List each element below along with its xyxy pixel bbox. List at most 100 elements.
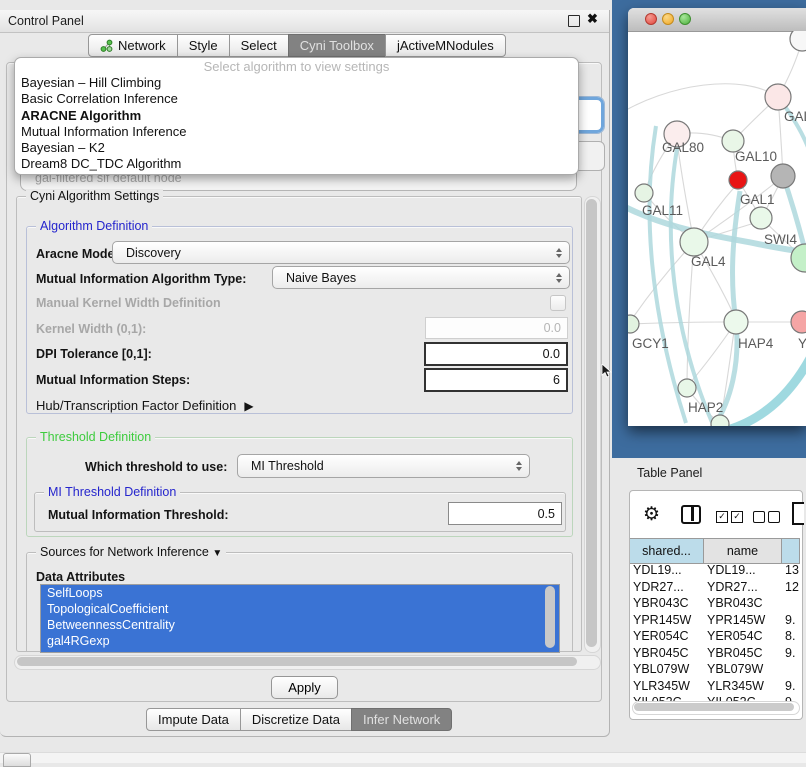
manual-kernel-checkbox[interactable]: [550, 295, 566, 311]
network-node[interactable]: [771, 164, 795, 188]
mi-type-value: Naive Bayes: [280, 271, 356, 285]
bottom-tab-discretize-data[interactable]: Discretize Data: [240, 708, 352, 731]
network-node[interactable]: [750, 207, 772, 229]
table-cell: YPR145W: [630, 613, 704, 627]
data-attribute-item[interactable]: SelfLoops: [41, 585, 559, 601]
network-edge[interactable]: [632, 242, 694, 319]
aracne-mode-label: Aracne Mode:: [36, 247, 119, 261]
table-row[interactable]: YBL079WYBL079W: [630, 661, 800, 678]
table-column-header[interactable]: name: [704, 539, 782, 563]
table-cell: YER054C: [630, 629, 704, 643]
settings-horizontal-scrollbar-thumb[interactable]: [17, 657, 577, 666]
network-node[interactable]: [711, 415, 729, 426]
data-attribute-item[interactable]: TopologicalCoefficient: [41, 601, 559, 617]
table-column-header[interactable]: [782, 539, 800, 563]
mi-type-label: Mutual Information Algorithm Type:: [36, 272, 246, 286]
tab-select[interactable]: Select: [229, 34, 289, 57]
algorithm-popup-item[interactable]: ARACNE Algorithm: [15, 108, 578, 124]
network-node[interactable]: [724, 310, 748, 334]
table-row[interactable]: YPR145WYPR145W9.: [630, 612, 800, 629]
mi-steps-field[interactable]: 6: [424, 368, 568, 392]
table-cell: 9.: [782, 679, 800, 693]
bottom-tab-infer-network[interactable]: Infer Network: [351, 708, 452, 731]
control-panel-titlebar: [0, 10, 609, 33]
table-cell: 13: [782, 563, 800, 577]
window-zoom-button[interactable]: [679, 13, 691, 25]
algorithm-popup-item[interactable]: Bayesian – Hill Climbing: [15, 75, 578, 91]
table-row[interactable]: YDL19...YDL19...13: [630, 562, 800, 579]
data-attributes-list[interactable]: SelfLoopsTopologicalCoefficientBetweenne…: [40, 584, 560, 653]
expanded-arrow-icon[interactable]: ▼: [212, 548, 222, 559]
network-node-label: GAL11: [642, 203, 683, 218]
window-close-button[interactable]: [645, 13, 657, 25]
table-cell: YLR345W: [630, 679, 704, 693]
network-edge[interactable]: [628, 84, 778, 116]
algorithm-popup-item[interactable]: Basic Correlation Inference: [15, 91, 578, 107]
algorithm-popup-item[interactable]: Mutual Information Inference: [15, 124, 578, 140]
which-threshold-label: Which threshold to use:: [85, 460, 227, 474]
bottom-tab-impute-data[interactable]: Impute Data: [146, 708, 241, 731]
table-cell: YLR345W: [704, 679, 782, 693]
which-threshold-combo[interactable]: MI Threshold: [237, 454, 530, 478]
network-node[interactable]: [635, 184, 653, 202]
threshold-definition-title: Threshold Definition: [36, 430, 155, 445]
network-node[interactable]: [791, 311, 806, 333]
network-node[interactable]: [765, 84, 791, 110]
table-row[interactable]: YLR345WYLR345W9.: [630, 678, 800, 695]
settings-vertical-scrollbar-thumb[interactable]: [586, 199, 597, 647]
algorithm-popup-item[interactable]: Bayesian – K2: [15, 140, 578, 156]
kernel-width-field[interactable]: 0.0: [425, 317, 568, 339]
mi-steps-value: 6: [553, 373, 560, 387]
document-icon[interactable]: [792, 502, 804, 525]
algorithm-popup-item[interactable]: Dream8 DC_TDC Algorithm: [15, 156, 578, 172]
table-cell: YBR045C: [704, 646, 782, 660]
network-node-label: GAL: [784, 109, 806, 124]
network-node[interactable]: [790, 31, 806, 51]
columns-icon[interactable]: [681, 505, 701, 524]
restore-icon[interactable]: [568, 15, 580, 27]
data-attribute-item[interactable]: gal4RGexp: [41, 633, 559, 649]
kernel-width-value: 0.0: [544, 321, 561, 335]
table-row[interactable]: YIL052CYIL052C9.: [630, 694, 800, 701]
table-row[interactable]: YBR045CYBR045C9.: [630, 645, 800, 662]
table-row[interactable]: YBR043CYBR043C: [630, 595, 800, 612]
mi-type-combo[interactable]: Naive Bayes: [272, 266, 570, 289]
network-edge-highlighted[interactable]: [649, 126, 686, 423]
tab-network[interactable]: Network: [88, 34, 178, 57]
manual-kernel-label: Manual Kernel Width Definition: [36, 296, 221, 310]
network-edge-highlighted[interactable]: [733, 191, 740, 322]
tab-cyni-toolbox[interactable]: Cyni Toolbox: [288, 34, 386, 57]
mouse-cursor: [601, 364, 613, 378]
bottom-left-button[interactable]: [3, 753, 31, 767]
table-row[interactable]: YER054CYER054C8.: [630, 628, 800, 645]
data-attribute-item[interactable]: BetweennessCentrality: [41, 617, 559, 633]
network-node[interactable]: [628, 315, 639, 333]
network-node[interactable]: [680, 228, 708, 256]
apply-button[interactable]: Apply: [271, 676, 338, 699]
tab-jactivemnodules[interactable]: jActiveMNodules: [385, 34, 506, 57]
tab-style[interactable]: Style: [177, 34, 230, 57]
network-node[interactable]: [678, 379, 696, 397]
dpi-tolerance-field[interactable]: 0.0: [424, 342, 568, 366]
network-node[interactable]: [729, 171, 747, 189]
network-canvas[interactable]: GALGAL80GAL10GAL1GAL11SWI4GAL4GCY1HAP4YH…: [628, 31, 806, 426]
aracne-mode-combo[interactable]: Discovery: [112, 241, 570, 264]
close-icon[interactable]: ✖: [587, 11, 598, 27]
tab-label: Impute Data: [158, 712, 229, 727]
attr-list-scrollbar[interactable]: [545, 586, 555, 648]
table-cell: YBL079W: [630, 662, 704, 676]
table-horizontal-scrollbar-thumb[interactable]: [634, 703, 794, 711]
mi-threshold-field[interactable]: 0.5: [448, 502, 562, 525]
cyni-settings-title: Cyni Algorithm Settings: [26, 189, 163, 204]
table-row[interactable]: YDR27...YDR27...12: [630, 579, 800, 596]
hub-definition-toggle[interactable]: Hub/Transcription Factor Definition ▶: [36, 398, 254, 413]
tab-label: Infer Network: [363, 712, 440, 727]
data-attributes-label: Data Attributes: [36, 570, 125, 584]
network-edge[interactable]: [630, 322, 724, 324]
gear-icon[interactable]: ⚙: [643, 503, 660, 526]
checked-boxes-icon[interactable]: ✓ ✓: [716, 511, 743, 523]
unchecked-boxes-icon[interactable]: [753, 511, 780, 523]
window-minimize-button[interactable]: [662, 13, 674, 25]
collapsed-arrow-icon: ▶: [244, 399, 253, 413]
table-column-header[interactable]: shared...: [630, 539, 704, 563]
